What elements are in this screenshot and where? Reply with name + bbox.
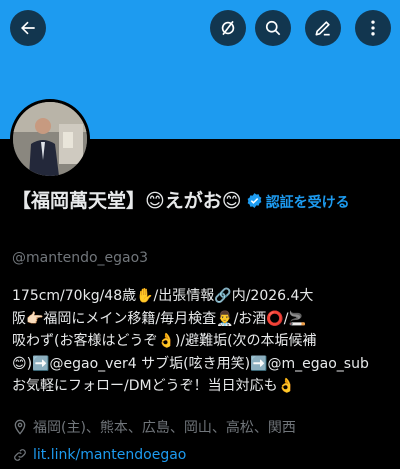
bio-line: 吸わず(お客様はどうぞ👌)/避難垢(次の本垢候補	[12, 333, 317, 349]
website-link[interactable]: lit.link/mantendoegao	[33, 447, 186, 463]
location-text: 福岡(主)、熊本、広島、岡山、高松、関西	[33, 420, 296, 436]
search-icon	[265, 20, 281, 36]
search-button[interactable]	[255, 10, 291, 46]
edit-button[interactable]	[305, 10, 341, 46]
display-name: 【福岡萬天堂】😊えがお😊	[12, 190, 242, 212]
link-icon	[14, 449, 26, 461]
back-button[interactable]	[10, 10, 46, 46]
avatar[interactable]	[10, 99, 90, 179]
unfollow-button[interactable]	[210, 10, 246, 46]
handle: @mantendo_egao3	[12, 250, 149, 266]
verified-badge-icon	[247, 193, 261, 208]
more-vertical-icon	[371, 20, 375, 36]
location-pin-icon	[14, 419, 26, 435]
bio-line: 175cm/70kg/48歳✋/出張情報🔗内/2026.4大	[12, 288, 314, 304]
profile-name-block: 【福岡萬天堂】😊えがお😊 認証を受ける	[12, 188, 392, 217]
bio-line: 阪👉🏻福岡にメイン移籍/毎月検査👨‍⚕️/お酒⭕️/🚬	[12, 310, 306, 327]
avatar-photo	[13, 102, 87, 176]
bio-line: 😊)➡️@egao_ver4 サブ垢(呟き用笑)➡️@m_egao_sub	[12, 355, 369, 372]
website-row[interactable]: lit.link/mantendoegao	[12, 445, 186, 465]
bio-line: お気軽にフォロー/DMどうぞ！当日対応も👌	[12, 378, 296, 394]
edit-pen-icon	[315, 21, 330, 36]
arrow-left-icon	[21, 21, 35, 35]
bio: 175cm/70kg/48歳✋/出張情報🔗内/2026.4大 阪👉🏻福岡にメイン…	[12, 285, 392, 398]
location-row: 福岡(主)、熊本、広島、岡山、高松、関西	[12, 417, 296, 437]
more-button[interactable]	[355, 10, 391, 46]
get-verified-link[interactable]: 認証を受ける	[266, 195, 350, 211]
unfollow-slash-icon	[221, 20, 235, 36]
